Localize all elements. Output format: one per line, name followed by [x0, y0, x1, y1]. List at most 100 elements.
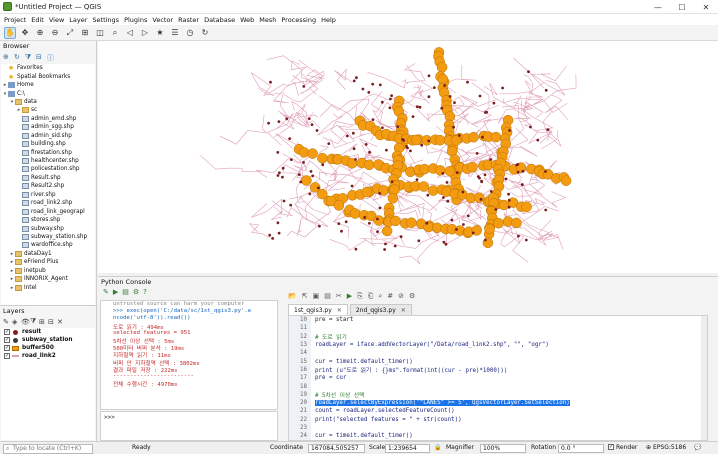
menu-database[interactable]: Database [204, 16, 235, 24]
zoom-out-icon[interactable]: ⊖ [49, 27, 61, 39]
browser-item[interactable]: wardoffice.shp [1, 241, 95, 249]
options-icon[interactable]: ⚙ [133, 288, 139, 296]
browser-item[interactable]: river.shp [1, 191, 95, 199]
scale-field[interactable]: 1:239654 [385, 443, 430, 453]
magnifier-field[interactable]: 100% [480, 443, 526, 453]
layer-style-icon[interactable]: ✎ [3, 318, 12, 326]
remove-layer-icon[interactable]: ✕ [57, 318, 66, 326]
browser-item[interactable]: admin_emd.shp [1, 115, 95, 123]
save-icon[interactable]: ▣ [313, 292, 320, 300]
browser-item[interactable]: Result.shp [1, 174, 95, 182]
browser-tree[interactable]: ★ Favorites ★ Spatial Bookmarks ▸ Home ▾ C:\ ▾ da… [1, 64, 95, 305]
zoom-layer-icon[interactable]: ◫ [94, 27, 106, 39]
browser-item[interactable]: ▸ Home [1, 81, 95, 89]
help-icon[interactable]: ? [143, 288, 147, 296]
menu-settings[interactable]: Settings [92, 16, 119, 24]
temporal-controller-icon[interactable]: ◷ [184, 27, 196, 39]
code-editor[interactable]: 10 pre = start 11 12 # 도로 읽기 13 roadLayer = if… [288, 315, 708, 441]
browser-item[interactable]: admin_sgg.shp [1, 123, 95, 131]
browser-item[interactable]: ▸ sc [1, 106, 95, 114]
menu-layer[interactable]: Layer [69, 16, 87, 24]
add-selected-icon[interactable]: ⊕ [3, 53, 11, 61]
browser-item[interactable]: ★ Favorites [1, 64, 95, 72]
object-inspector-icon[interactable]: ⚙ [409, 292, 415, 300]
run-command-icon[interactable]: ▶ [113, 288, 118, 296]
zoom-full-icon[interactable]: ⤢ [64, 27, 76, 39]
browser-item[interactable]: admin_sid.shp [1, 132, 95, 140]
add-group-icon[interactable]: ◈ [12, 318, 21, 326]
editor-tab[interactable]: 2nd_qgis3.py ✕ [349, 304, 412, 315]
layer-visibility-checkbox[interactable]: ✓ [4, 329, 10, 335]
refresh-icon[interactable]: ↻ [199, 27, 211, 39]
run-script-icon[interactable]: ▶ [347, 292, 352, 300]
lock-scale-icon[interactable]: 🔒 [434, 444, 441, 451]
new-bookmark-icon[interactable]: ★ [154, 27, 166, 39]
visibility-icon[interactable]: 👁 [21, 318, 30, 326]
browser-item[interactable]: policestation.shp [1, 165, 95, 173]
map-rendering[interactable] [98, 41, 718, 273]
browser-item[interactable]: ▸ INNORIX_Agent [1, 275, 95, 283]
browser-item[interactable]: ▾ data [1, 98, 95, 106]
layer-visibility-checkbox[interactable]: ✓ [4, 353, 10, 359]
layer-item[interactable]: ✓ buffer500 [1, 344, 95, 352]
copy-icon[interactable]: ⎘ [357, 292, 363, 301]
uncomment-icon[interactable]: ⊘ [398, 292, 404, 300]
filter-legend-icon[interactable]: ⧩ [30, 317, 39, 326]
comment-icon[interactable]: # [387, 292, 393, 300]
menu-raster[interactable]: Raster [178, 16, 199, 24]
zoom-last-icon[interactable]: ◁ [124, 27, 136, 39]
close-button[interactable]: ✕ [694, 0, 718, 14]
layer-list[interactable]: ✓ result ✓ subway_station ✓ buffer500 ✓ road_li… [1, 328, 95, 440]
filter-icon[interactable]: ⧩ [25, 53, 33, 61]
menu-web[interactable]: Web [240, 16, 254, 24]
browser-item[interactable]: Result2.shp [1, 182, 95, 190]
menu-plugins[interactable]: Plugins [124, 16, 147, 24]
cut-icon[interactable]: ✂ [336, 292, 342, 300]
render-checkbox[interactable]: ✓ Render [608, 444, 637, 451]
zoom-selection-icon[interactable]: ⊞ [79, 27, 91, 39]
browser-item[interactable]: ▸ dataDay1 [1, 250, 95, 258]
map-canvas[interactable] [98, 41, 718, 273]
coordinate-field[interactable]: 167084,505257 [308, 443, 365, 453]
browser-item[interactable]: healthcenter.shp [1, 157, 95, 165]
browser-item[interactable]: subway_station.shp [1, 233, 95, 241]
browser-item[interactable]: subway.shp [1, 224, 95, 232]
save-as-icon[interactable]: ▤ [324, 292, 331, 300]
crs-button[interactable]: ⊕ EPSG:5186 [646, 444, 686, 451]
messages-icon[interactable]: 💬 [694, 444, 701, 451]
menu-vector[interactable]: Vector [152, 16, 173, 24]
find-icon[interactable]: ⌕ [378, 292, 382, 301]
pan-hand-icon[interactable]: ✋ [4, 26, 16, 39]
menu-view[interactable]: View [49, 16, 64, 24]
open-script-icon[interactable]: 📂 [288, 292, 297, 300]
browser-item[interactable]: building.shp [1, 140, 95, 148]
menu-mesh[interactable]: Mesh [259, 16, 276, 24]
open-in-external-editor-icon[interactable]: ⇱ [302, 292, 308, 300]
zoom-next-icon[interactable]: ▷ [139, 27, 151, 39]
browser-item[interactable]: ▸ inetpub [1, 267, 95, 275]
browser-item[interactable]: firestation.shp [1, 148, 95, 156]
rotation-field[interactable]: 0.0 ° [558, 443, 604, 453]
close-tab-icon[interactable]: ✕ [337, 307, 342, 314]
browser-item[interactable]: ▸ Intel [1, 283, 95, 291]
layer-item[interactable]: ✓ subway_station [1, 336, 95, 344]
layer-visibility-checkbox[interactable]: ✓ [4, 337, 10, 343]
close-tab-icon[interactable]: ✕ [401, 307, 406, 314]
browser-item[interactable]: ▸ eFriend Plus [1, 258, 95, 266]
browser-item[interactable]: stores.shp [1, 216, 95, 224]
menu-edit[interactable]: Edit [31, 16, 44, 24]
collapse-all-icon[interactable]: ⊟ [36, 53, 44, 61]
zoom-native-icon[interactable]: ⌕ [109, 27, 121, 39]
browser-item[interactable]: road_link2.shp [1, 199, 95, 207]
collapse-all-icon[interactable]: ⊟ [48, 318, 57, 326]
menu-help[interactable]: Help [321, 16, 336, 24]
expand-all-icon[interactable]: ⊞ [39, 318, 48, 326]
browser-item[interactable]: road_link_geograpl [1, 207, 95, 215]
console-input[interactable]: >>> [100, 411, 278, 441]
browser-item[interactable]: ★ Spatial Bookmarks [1, 72, 95, 80]
zoom-in-icon[interactable]: ⊕ [34, 27, 46, 39]
menu-processing[interactable]: Processing [281, 16, 316, 24]
maximize-button[interactable]: ☐ [670, 0, 694, 14]
console-output[interactable]: untrusted source can harm your computer >… [100, 300, 278, 410]
browser-item[interactable]: ▾ C:\ [1, 89, 95, 97]
